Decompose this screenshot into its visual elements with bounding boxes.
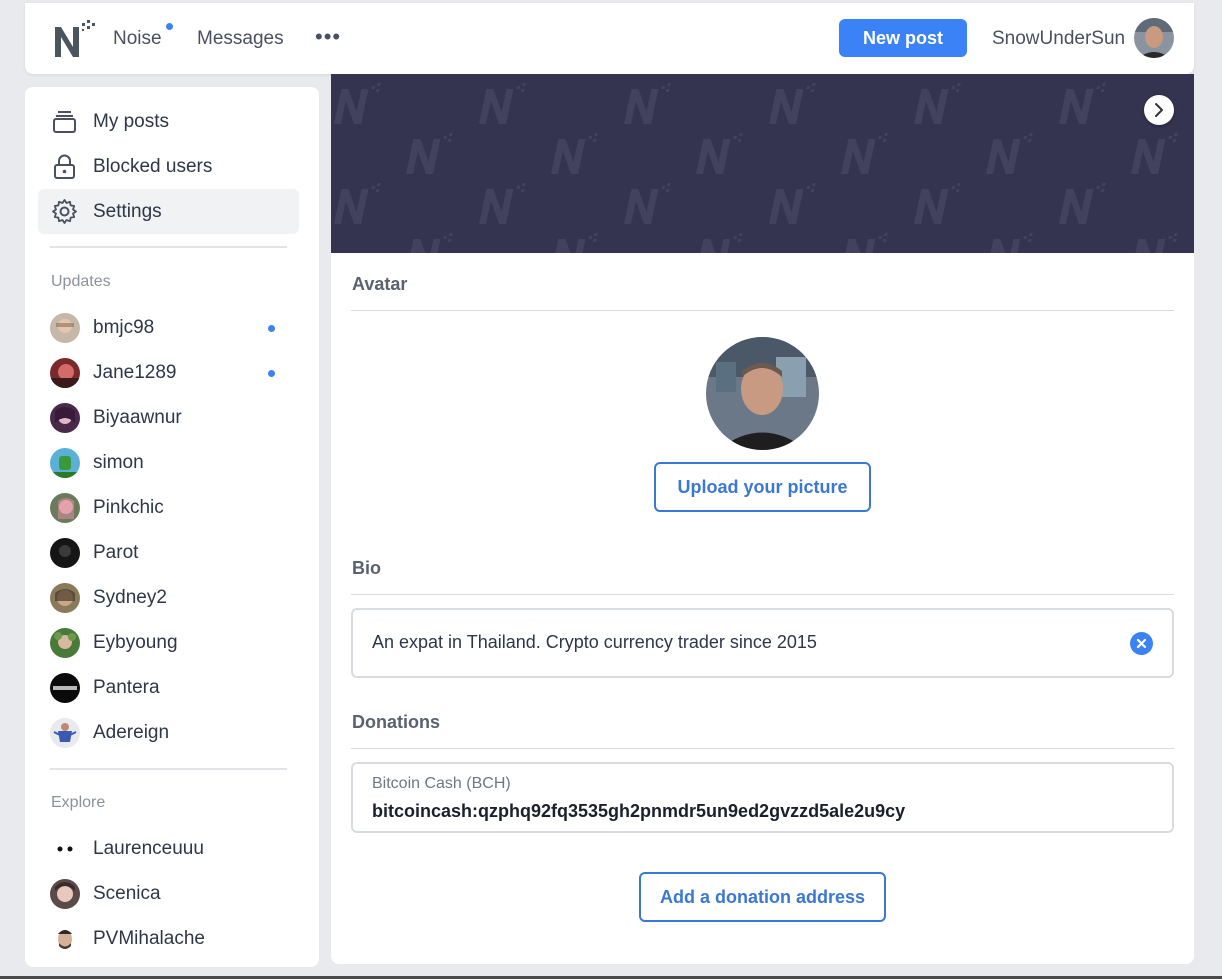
avatar (50, 673, 80, 703)
update-user-item[interactable]: Pinkchic (50, 490, 290, 526)
section-divider (351, 594, 1174, 595)
section-divider (351, 310, 1174, 311)
nav-noise[interactable]: Noise (113, 28, 162, 50)
unread-dot (268, 370, 275, 377)
avatar (50, 313, 80, 343)
user-name: Sydney2 (93, 587, 167, 608)
more-menu-icon[interactable]: ••• (315, 22, 341, 52)
update-user-item[interactable]: simon (50, 445, 290, 481)
user-avatar[interactable] (1134, 18, 1174, 58)
top-header: Noise Messages ••• New post SnowUnderSun (25, 3, 1194, 74)
user-name: simon (93, 452, 144, 473)
profile-avatar (706, 337, 819, 450)
chevron-right-icon (1155, 103, 1163, 117)
sidebar-item-settings[interactable]: Settings (38, 189, 299, 234)
explore-user-item[interactable]: PVMihalache (50, 921, 290, 957)
user-name: Scenica (93, 883, 161, 904)
update-user-item[interactable]: bmjc98 (50, 310, 290, 346)
user-name: Pantera (93, 677, 160, 698)
explore-user-item[interactable]: Scenica (50, 876, 290, 912)
update-user-item[interactable]: Eybyoung (50, 625, 290, 661)
explore-user-item[interactable]: Laurenceuuu (50, 831, 290, 867)
user-name: bmjc98 (93, 317, 155, 338)
avatar (50, 403, 80, 433)
settings-panel: Avatar Upload your picture Bio An expat … (331, 74, 1194, 964)
user-name: Jane1289 (93, 362, 177, 383)
avatar (50, 583, 80, 613)
update-user-item[interactable]: Adereign (50, 715, 290, 751)
sidebar-item-label: Blocked users (93, 156, 213, 177)
new-post-button[interactable]: New post (839, 19, 967, 57)
user-name: Adereign (93, 722, 170, 743)
updates-title: Updates (51, 273, 111, 290)
avatar (50, 538, 80, 568)
avatar (50, 879, 80, 909)
update-user-item[interactable]: Parot (50, 535, 290, 571)
noise-unread-dot (166, 23, 173, 30)
update-user-item[interactable]: Sydney2 (50, 580, 290, 616)
update-user-item[interactable]: Biyaawnur (50, 400, 290, 436)
nav-messages[interactable]: Messages (197, 28, 284, 50)
lock-icon (54, 154, 75, 179)
donation-currency-label: Bitcoin Cash (BCH) (372, 775, 511, 792)
donation-address-field[interactable]: Bitcoin Cash (BCH) bitcoincash:qzphq92fq… (351, 762, 1174, 833)
user-name: Parot (93, 542, 139, 563)
sidebar-item-my-posts[interactable]: My posts (38, 99, 299, 144)
avatar (50, 448, 80, 478)
close-icon (1136, 638, 1147, 649)
banner-logo-pattern-icon (331, 74, 1194, 253)
user-name: Laurenceuuu (93, 838, 204, 859)
avatar (50, 834, 80, 864)
user-name: Eybyoung (93, 632, 178, 653)
stack-icon (53, 111, 76, 133)
gear-icon (52, 199, 77, 224)
sidebar-item-label: My posts (93, 111, 170, 132)
bio-text[interactable]: An expat in Thailand. Crypto currency tr… (372, 632, 817, 653)
user-name: Pinkchic (93, 497, 164, 518)
banner-next-button[interactable] (1144, 95, 1174, 125)
current-username[interactable]: SnowUnderSun (992, 28, 1125, 50)
avatar (50, 628, 80, 658)
sidebar-item-blocked-users[interactable]: Blocked users (38, 144, 299, 189)
upload-picture-button[interactable]: Upload your picture (654, 462, 871, 512)
noise-logo-icon[interactable] (53, 19, 95, 59)
avatar (50, 924, 80, 954)
update-user-item[interactable]: Pantera (50, 670, 290, 706)
bio-input[interactable]: An expat in Thailand. Crypto currency tr… (351, 608, 1174, 678)
sidebar-item-label: Settings (93, 201, 162, 222)
unread-dot (268, 325, 275, 332)
profile-banner[interactable] (331, 74, 1194, 253)
donation-address-value[interactable]: bitcoincash:qzphq92fq3535gh2pnmdr5un9ed2… (372, 801, 905, 822)
bio-section-title: Bio (352, 558, 381, 578)
update-user-item[interactable]: Jane1289 (50, 355, 290, 391)
section-divider (351, 748, 1174, 749)
sidebar-divider (50, 246, 287, 248)
explore-title: Explore (51, 794, 106, 811)
avatar-section-title: Avatar (352, 274, 408, 294)
avatar (50, 358, 80, 388)
avatar (50, 493, 80, 523)
clear-bio-button[interactable] (1130, 632, 1153, 655)
user-name: Biyaawnur (93, 407, 182, 428)
user-name: PVMihalache (93, 928, 205, 949)
add-donation-address-button[interactable]: Add a donation address (639, 872, 886, 922)
sidebar: My posts Blocked users Settings Updates … (25, 87, 319, 967)
avatar (50, 718, 80, 748)
sidebar-divider (50, 768, 287, 770)
donations-section-title: Donations (352, 712, 440, 732)
